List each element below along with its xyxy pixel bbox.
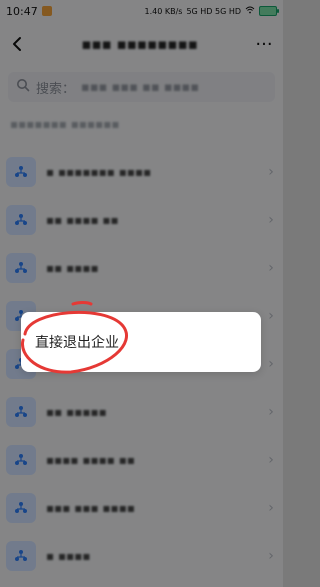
red-circle-annotation bbox=[21, 301, 128, 374]
modal-overlay[interactable] bbox=[0, 0, 283, 587]
